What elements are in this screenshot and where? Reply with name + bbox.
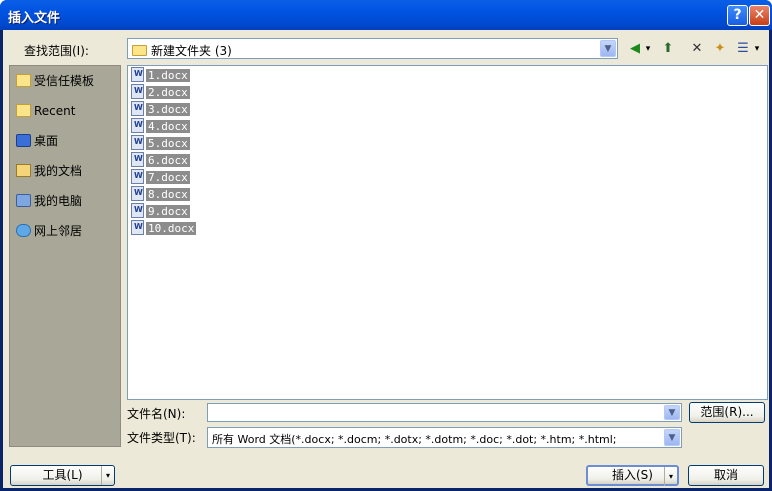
desktop-icon	[16, 134, 31, 147]
back-history-icon[interactable]: ▾	[644, 40, 652, 58]
place-my-documents[interactable]: 我的文档	[16, 160, 82, 182]
look-in-value: 新建文件夹 (3)	[151, 44, 232, 58]
insert-button[interactable]: 插入(S) ▾	[586, 465, 679, 486]
place-label: 网上邻居	[34, 224, 83, 238]
file-name: 9.docx	[146, 205, 190, 218]
file-name: 10.docx	[146, 222, 197, 235]
filetype-value: 所有 Word 文档(*.docx; *.docm; *.dotx; *.dot…	[212, 433, 617, 446]
network-icon	[16, 224, 31, 237]
file-item[interactable]: 10.docx	[131, 220, 197, 236]
delete-icon[interactable]: ✕	[689, 40, 705, 58]
title-bar[interactable]: 插入文件 ? ✕	[0, 0, 772, 30]
documents-icon	[16, 164, 31, 177]
file-name: 7.docx	[146, 171, 190, 184]
chevron-down-icon[interactable]: ▼	[600, 40, 616, 57]
insert-label: 插入(S)	[612, 468, 653, 482]
word-doc-icon	[131, 169, 144, 184]
word-doc-icon	[131, 203, 144, 218]
chevron-down-icon[interactable]: ▼	[664, 429, 680, 446]
file-item[interactable]: 7.docx	[131, 169, 190, 185]
file-item[interactable]: 3.docx	[131, 101, 190, 117]
places-bar: 受信任模板 Recent 桌面 我的文档 我的电脑 网上邻居	[9, 65, 121, 447]
tools-button[interactable]: 工具(L) ▾	[10, 465, 115, 486]
place-my-computer[interactable]: 我的电脑	[16, 190, 82, 212]
dialog-body: 查找范围(I): 新建文件夹 (3) ▼ ◀ ▾ ⬆ ✕ ✦ ☰ ▾ 受信任模板…	[3, 30, 769, 488]
insert-file-dialog: 插入文件 ? ✕ 查找范围(I): 新建文件夹 (3) ▼ ◀ ▾ ⬆ ✕ ✦ …	[0, 0, 772, 491]
back-icon[interactable]: ◀	[627, 40, 643, 58]
place-recent[interactable]: Recent	[16, 100, 75, 122]
file-name: 1.docx	[146, 69, 190, 82]
place-trusted-templates[interactable]: 受信任模板	[16, 70, 94, 92]
chevron-down-icon[interactable]: ▾	[664, 467, 677, 486]
file-name: 6.docx	[146, 154, 190, 167]
filetype-select[interactable]: 所有 Word 文档(*.docx; *.docm; *.dotx; *.dot…	[207, 427, 682, 448]
range-button[interactable]: 范围(R)...	[689, 402, 765, 423]
place-label: 桌面	[34, 134, 59, 148]
file-name: 3.docx	[146, 103, 190, 116]
tools-label: 工具(L)	[42, 468, 83, 482]
chevron-down-icon[interactable]: ▾	[101, 466, 114, 485]
up-folder-icon[interactable]: ⬆	[659, 40, 677, 58]
look-in-label: 查找范围(I):	[24, 44, 89, 58]
views-icon[interactable]: ☰	[734, 40, 752, 58]
place-network[interactable]: 网上邻居	[16, 220, 82, 242]
word-doc-icon	[131, 152, 144, 167]
file-item[interactable]: 6.docx	[131, 152, 190, 168]
word-doc-icon	[131, 84, 144, 99]
word-doc-icon	[131, 220, 144, 235]
place-label: Recent	[34, 104, 76, 118]
new-folder-icon[interactable]: ✦	[711, 40, 729, 58]
chevron-down-icon[interactable]: ▼	[664, 405, 680, 420]
word-doc-icon	[131, 67, 144, 82]
place-desktop[interactable]: 桌面	[16, 130, 58, 152]
file-item[interactable]: 8.docx	[131, 186, 190, 202]
file-name: 8.docx	[146, 188, 190, 201]
place-label: 我的电脑	[34, 194, 83, 208]
word-doc-icon	[131, 135, 144, 150]
file-item[interactable]: 9.docx	[131, 203, 190, 219]
folder-icon	[132, 45, 147, 56]
filetype-label: 文件类型(T):	[127, 431, 196, 445]
folder-icon	[16, 104, 31, 117]
file-item[interactable]: 4.docx	[131, 118, 190, 134]
file-item[interactable]: 2.docx	[131, 84, 190, 100]
file-name: 4.docx	[146, 120, 190, 133]
filename-input[interactable]: ▼	[207, 403, 682, 422]
file-name: 2.docx	[146, 86, 190, 99]
file-list[interactable]: 1.docx 2.docx 3.docx 4.docx 5.docx 6.doc…	[127, 65, 768, 400]
filename-label: 文件名(N):	[127, 407, 186, 421]
file-item[interactable]: 5.docx	[131, 135, 190, 151]
word-doc-icon	[131, 101, 144, 116]
cancel-button[interactable]: 取消	[688, 465, 764, 486]
place-label: 受信任模板	[34, 74, 95, 88]
window-title: 插入文件	[8, 11, 61, 26]
folder-icon	[16, 74, 31, 87]
place-label: 我的文档	[34, 164, 83, 178]
file-item[interactable]: 1.docx	[131, 67, 190, 83]
word-doc-icon	[131, 186, 144, 201]
help-button[interactable]: ?	[727, 5, 748, 26]
computer-icon	[16, 194, 31, 207]
file-name: 5.docx	[146, 137, 190, 150]
close-button[interactable]: ✕	[749, 5, 770, 26]
look-in-value-wrap: 新建文件夹 (3)	[132, 42, 232, 59]
word-doc-icon	[131, 118, 144, 133]
look-in-combo[interactable]: 新建文件夹 (3) ▼	[127, 38, 618, 59]
views-menu-icon[interactable]: ▾	[753, 40, 761, 58]
